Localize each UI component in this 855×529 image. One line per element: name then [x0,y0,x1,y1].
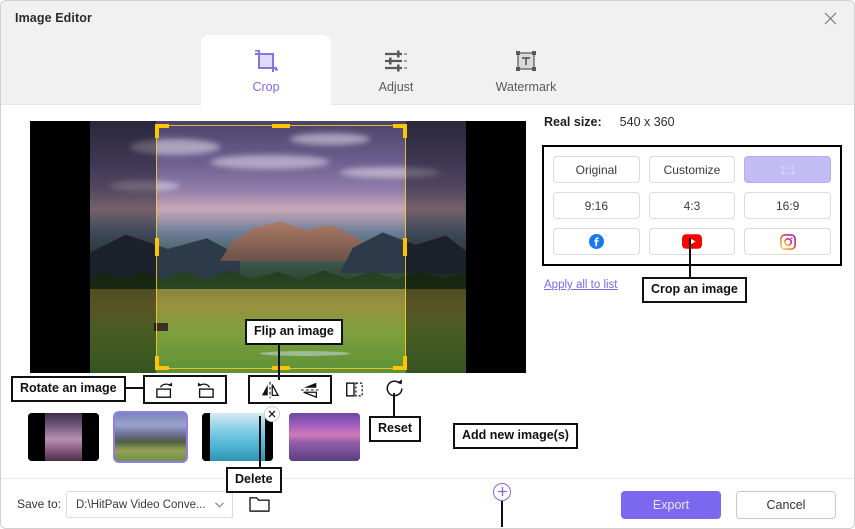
ratio-button-customize[interactable]: Customize [648,156,736,183]
callout-flip-an-image: Flip an image [245,319,343,345]
tab-crop-label: Crop [252,80,280,95]
aspect-ratio-grid: Original Customize 1:1 9:16 4:3 16:9 [553,156,831,255]
real-size-value: 540 x 360 [619,115,675,129]
crop-dim-right [406,121,526,373]
rotate-right-icon[interactable] [145,377,185,402]
close-icon[interactable] [810,4,850,32]
apply-all-to-list-link[interactable]: Apply all to list [544,279,618,291]
transform-toolbar [1,367,854,413]
delete-thumbnail-icon[interactable] [264,406,280,422]
facebook-icon [588,234,604,249]
crop-icon [252,46,280,76]
callout-add-new-images: Add new image(s) [453,423,578,449]
watermark-text-icon [512,46,540,76]
flip-tool-group [248,375,332,404]
tab-bar: Crop Adjust Watermark [1,35,854,105]
tab-watermark-label: Watermark [495,80,557,95]
footer-bar: Save to: D:\HitPaw Video Conve... Export… [1,478,854,528]
window-title: Image Editor [15,11,92,25]
rotate-left-icon[interactable] [185,377,225,402]
thumbnail-strip [28,406,360,461]
ratio-button-youtube[interactable] [648,228,736,255]
crop-handle-right[interactable] [403,238,407,256]
real-size-label: Real size: [544,115,602,129]
plus-circle-icon [497,485,508,499]
flip-vertical-icon[interactable] [290,377,330,402]
crop-options-panel: Real size: 540 x 360 Original Customize … [542,115,842,291]
add-callout-leader [501,501,503,527]
titlebar: Image Editor [1,1,854,35]
chevron-down-icon[interactable] [206,491,233,518]
export-button[interactable]: Export [621,491,721,519]
tab-adjust[interactable]: Adjust [331,35,461,105]
save-to-label: Save to: [17,497,62,511]
youtube-icon [681,234,702,249]
rotate-tool-group [143,375,227,404]
cancel-button[interactable]: Cancel [736,491,836,519]
ratio-button-instagram[interactable] [744,228,831,255]
thumbnail-1[interactable] [28,413,99,461]
sliders-icon [382,46,410,76]
callout-crop-an-image: Crop an image [642,277,747,303]
aspect-ratio-box: Original Customize 1:1 9:16 4:3 16:9 [542,145,842,266]
image-editor-window: Image Editor Crop Adjust Watermark Real … [0,0,855,529]
crop-handle-top[interactable] [272,124,290,128]
real-size-row: Real size: 540 x 360 [542,115,842,137]
mirror-icon[interactable] [337,375,371,404]
add-new-images-button[interactable] [493,483,511,501]
callout-reset: Reset [369,416,422,442]
flip-horizontal-icon[interactable] [250,377,290,402]
tab-list: Crop Adjust Watermark [201,35,591,105]
editor-body: Real size: 540 x 360 Original Customize … [1,105,854,527]
callout-delete: Delete [226,467,282,493]
reset-icon[interactable] [378,374,412,403]
ratio-button-9-16[interactable]: 9:16 [553,192,640,219]
crop-callout-leader [689,238,691,277]
thumbnail-2[interactable] [115,413,186,461]
crop-handle-top-right-v[interactable] [403,124,407,138]
ratio-button-4-3[interactable]: 4:3 [648,192,736,219]
crop-handle-left[interactable] [155,238,159,256]
ratio-button-facebook[interactable] [553,228,640,255]
thumbnail-4[interactable] [289,413,360,461]
ratio-button-1-1[interactable]: 1:1 [744,156,831,183]
callout-rotate-an-image: Rotate an image [11,376,126,402]
thumbnail-3[interactable] [202,406,280,461]
tab-crop[interactable]: Crop [201,35,331,105]
tab-adjust-label: Adjust [378,80,414,95]
delete-callout-leader [259,416,261,473]
ratio-button-original[interactable]: Original [553,156,640,183]
flip-callout-leader [278,341,280,380]
crop-handle-top-left-v[interactable] [155,124,159,138]
ratio-button-16-9[interactable]: 16:9 [744,192,831,219]
folder-icon[interactable] [247,492,271,516]
crop-dim-left [30,121,156,373]
instagram-icon [779,233,796,250]
tab-watermark[interactable]: Watermark [461,35,591,105]
